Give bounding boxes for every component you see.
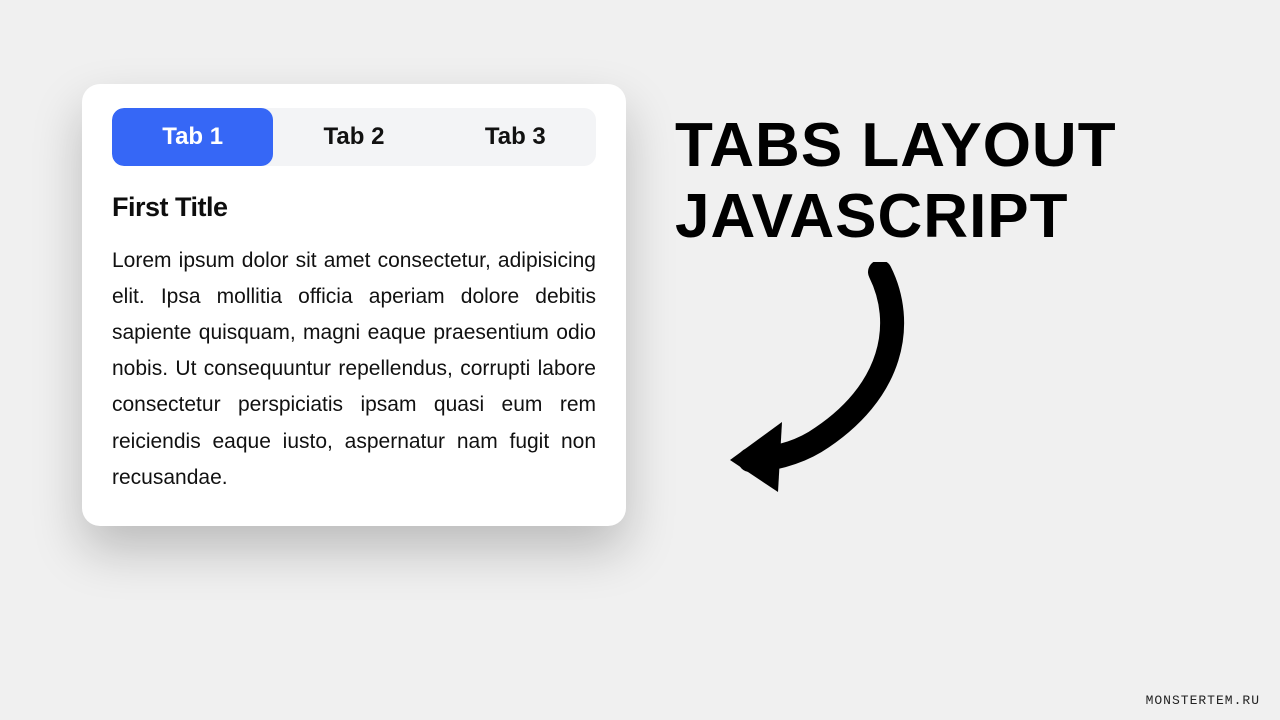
content-title: First Title	[112, 192, 596, 223]
tabs-card: Tab 1 Tab 2 Tab 3 First Title Lorem ipsu…	[82, 84, 626, 526]
tab-3[interactable]: Tab 3	[435, 108, 596, 166]
tab-1[interactable]: Tab 1	[112, 108, 273, 166]
tab-bar: Tab 1 Tab 2 Tab 3	[112, 108, 596, 166]
watermark-text: MONSTERTEM.RU	[1146, 693, 1260, 708]
page-headline: TABS LAYOUT JAVASCRIPT	[675, 110, 1245, 253]
tab-2[interactable]: Tab 2	[273, 108, 434, 166]
curved-arrow-icon	[720, 262, 920, 492]
content-body: Lorem ipsum dolor sit amet consectetur, …	[112, 243, 596, 496]
